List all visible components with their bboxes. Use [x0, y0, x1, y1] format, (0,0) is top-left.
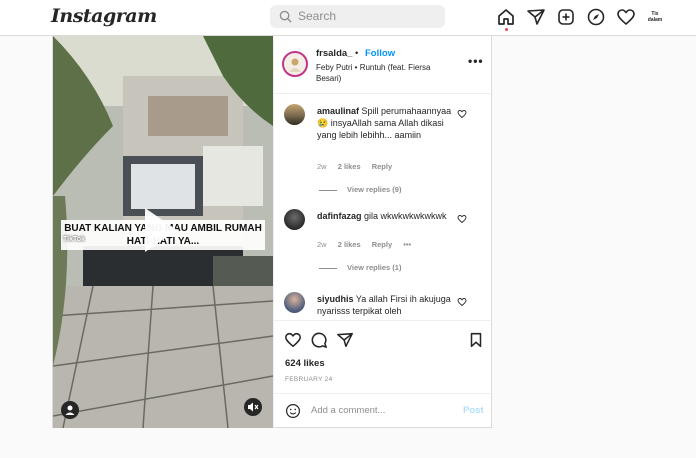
- reply-button[interactable]: Reply: [372, 240, 392, 249]
- follow-button[interactable]: Follow: [365, 48, 395, 59]
- post-card: BUAT KALIAN YANG MAU AMBIL RUMAH HATI-HA…: [52, 36, 493, 428]
- save-bookmark-icon[interactable]: [467, 331, 485, 349]
- comment-body: amaulinaf Spill perumahaannyaa 😢 insyaAl…: [317, 105, 457, 141]
- home-icon[interactable]: [496, 7, 516, 27]
- comment-meta: 2w 2 likes Reply: [317, 162, 401, 171]
- comment-likes[interactable]: 2 likes: [338, 240, 361, 249]
- explore-icon[interactable]: [586, 7, 606, 27]
- add-comment-bar: Add a comment... Post: [274, 393, 493, 428]
- more-options-icon[interactable]: •••: [468, 54, 484, 68]
- view-replies-button[interactable]: View replies (9): [319, 185, 401, 194]
- likes-count[interactable]: 624 likes: [285, 358, 325, 369]
- profile-avatar-text: Tix dalam: [646, 9, 664, 25]
- replies-divider: [319, 267, 337, 269]
- add-comment-input[interactable]: Add a comment...: [311, 405, 385, 416]
- comment-body: siyudhis Ya allah Firsi ih akujuga nyari…: [317, 293, 457, 317]
- replies-divider: [319, 189, 337, 191]
- comments-list: amaulinaf Spill perumahaannyaa 😢 insyaAl…: [274, 94, 493, 320]
- comment-options-icon[interactable]: •••: [403, 240, 411, 249]
- like-icon[interactable]: [284, 331, 302, 349]
- post-date: FEBRUARY 24: [285, 376, 333, 383]
- comment-icon[interactable]: [310, 331, 328, 349]
- author-username[interactable]: frsalda_: [316, 48, 352, 59]
- search-icon: [279, 10, 292, 23]
- mute-icon[interactable]: [244, 398, 262, 416]
- comment-username[interactable]: dafinfazag: [317, 211, 362, 221]
- comment-username[interactable]: siyudhis: [317, 294, 354, 304]
- search-placeholder: Search: [298, 9, 337, 23]
- post-actions: 624 likes FEBRUARY 24: [274, 320, 493, 390]
- comment-body: dafinfazag gila wkwkwkwkwkwk: [317, 210, 457, 222]
- post-header: frsalda_ • Follow Feby Putri • Runtuh (f…: [274, 36, 493, 94]
- new-post-icon[interactable]: [556, 7, 576, 27]
- play-icon[interactable]: [145, 208, 177, 252]
- commenter-avatar[interactable]: [284, 104, 305, 125]
- top-navigation-bar: Instagram Search Tix dalam: [0, 0, 696, 36]
- post-side-panel: frsalda_ • Follow Feby Putri • Runtuh (f…: [273, 36, 493, 428]
- tiktok-watermark: TikTok: [63, 236, 85, 243]
- direct-messages-icon[interactable]: [526, 7, 546, 27]
- view-replies-label: View replies (1): [347, 263, 402, 272]
- view-replies-label: View replies (9): [347, 185, 402, 194]
- like-comment-icon[interactable]: [457, 214, 467, 224]
- comment-text: gila wkwkwkwkwkwk: [364, 211, 447, 221]
- like-comment-icon[interactable]: [457, 297, 467, 307]
- comment-username[interactable]: amaulinaf: [317, 106, 359, 116]
- comment-time: 2w: [317, 162, 327, 171]
- header-separator: •: [355, 48, 359, 59]
- search-input[interactable]: Search: [270, 5, 445, 28]
- author-avatar[interactable]: [282, 51, 308, 77]
- emoji-icon[interactable]: [285, 403, 301, 419]
- home-active-dot: [505, 28, 508, 31]
- commenter-avatar[interactable]: [284, 292, 305, 313]
- audio-attribution[interactable]: Feby Putri • Runtuh (feat. Fiersa Besari…: [316, 62, 456, 84]
- nav-icons: Tix dalam: [496, 7, 666, 29]
- like-comment-icon[interactable]: [457, 109, 467, 119]
- reply-button[interactable]: Reply: [372, 162, 392, 171]
- view-replies-button[interactable]: View replies (1): [319, 263, 401, 272]
- profile-avatar[interactable]: Tix dalam: [646, 7, 666, 27]
- comment-likes[interactable]: 2 likes: [338, 162, 361, 171]
- commenter-avatar[interactable]: [284, 209, 305, 230]
- activity-heart-icon[interactable]: [616, 7, 636, 27]
- tagged-user-icon[interactable]: [61, 401, 79, 419]
- instagram-logo[interactable]: Instagram: [51, 5, 157, 27]
- share-icon[interactable]: [336, 331, 354, 349]
- comment-meta: 2w 2 likes Reply •••: [317, 240, 420, 249]
- post-video[interactable]: BUAT KALIAN YANG MAU AMBIL RUMAH HATI-HA…: [53, 36, 273, 428]
- comment-time: 2w: [317, 240, 327, 249]
- post-comment-button[interactable]: Post: [463, 405, 484, 416]
